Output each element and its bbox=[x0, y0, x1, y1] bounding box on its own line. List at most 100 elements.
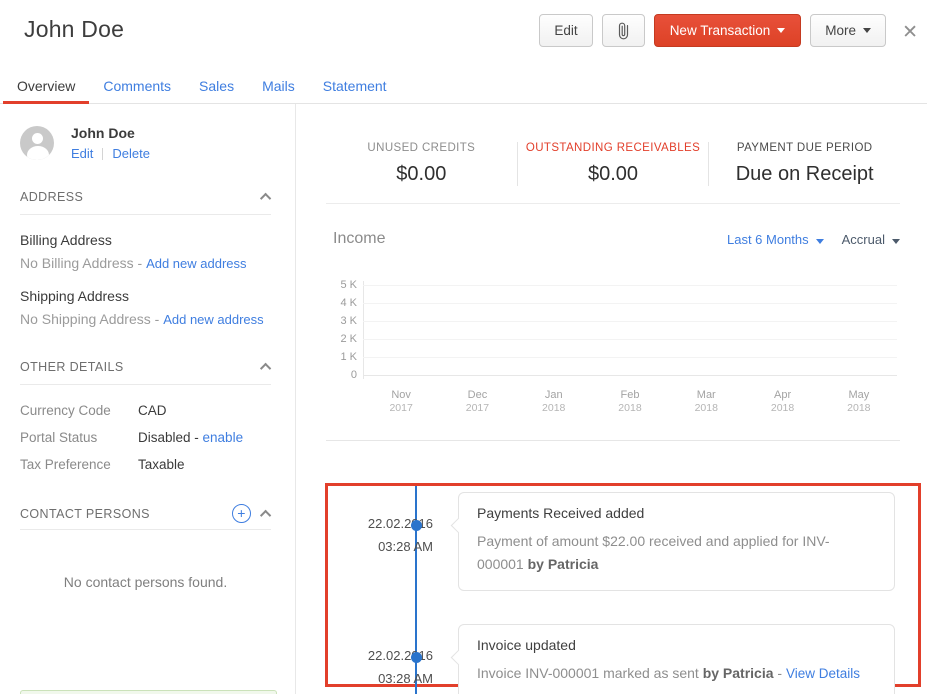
timeline-card: Payments Received added Payment of amoun… bbox=[458, 492, 895, 591]
x-month: May bbox=[821, 389, 897, 402]
page-title: John Doe bbox=[24, 16, 124, 43]
stat-payment-due-period: PAYMENT DUE PERIOD Due on Receipt bbox=[708, 142, 900, 186]
attachments-button[interactable] bbox=[602, 14, 645, 47]
unused-credits-value: $0.00 bbox=[326, 163, 517, 186]
link-separator bbox=[102, 148, 103, 160]
tab-comments[interactable]: Comments bbox=[89, 75, 185, 104]
timeline-entry: 22.02.2016 03:28 AM Payments Received ad… bbox=[458, 492, 895, 591]
add-billing-address-link[interactable]: Add new address bbox=[146, 256, 246, 271]
date-range-label: Last 6 Months bbox=[727, 232, 809, 247]
other-details-title: OTHER DETAILS bbox=[20, 360, 263, 374]
enable-portal-link[interactable]: enable bbox=[203, 430, 244, 445]
new-transaction-label: New Transaction bbox=[670, 23, 771, 38]
tab-bar: Overview Comments Sales Mails Statement bbox=[0, 75, 927, 104]
summary-stats: UNUSED CREDITS $0.00 OUTSTANDING RECEIVA… bbox=[326, 130, 900, 204]
add-shipping-address-link[interactable]: Add new address bbox=[163, 312, 263, 327]
x-month: Mar bbox=[668, 389, 744, 402]
address-section-title: ADDRESS bbox=[20, 190, 263, 204]
timeline-time: 03:28 AM bbox=[343, 667, 433, 690]
x-month: Feb bbox=[592, 389, 668, 402]
income-section-header: Income Last 6 Months Accrual bbox=[333, 230, 900, 248]
accounting-basis-label: Accrual bbox=[842, 232, 885, 247]
x-year: 2018 bbox=[516, 402, 592, 414]
tax-preference-label: Tax Preference bbox=[20, 457, 138, 472]
caret-down-icon bbox=[863, 28, 871, 33]
chart-gridline bbox=[363, 321, 897, 322]
contact-persons-section-header: CONTACT PERSONS + bbox=[20, 504, 271, 530]
chart-gridline bbox=[363, 357, 897, 358]
timeline-entry-title: Payments Received added bbox=[477, 505, 876, 521]
income-title: Income bbox=[333, 230, 727, 248]
timeline-entry-body: Invoice INV-000001 marked as sent by Pat… bbox=[477, 662, 876, 685]
view-details-link[interactable]: View Details bbox=[786, 666, 860, 681]
x-month: Jan bbox=[516, 389, 592, 402]
x-year: 2018 bbox=[592, 402, 668, 414]
profile-info: John Doe EditDelete bbox=[71, 125, 150, 161]
timeline-actor: by Patricia bbox=[703, 665, 774, 681]
y-tick-label: 5 K bbox=[330, 279, 357, 291]
y-tick-label: 3 K bbox=[330, 315, 357, 327]
other-details-rows: Currency Code CAD Portal Status Disabled… bbox=[20, 403, 271, 472]
shipping-address-label: Shipping Address bbox=[20, 288, 271, 304]
payment-due-period-label: PAYMENT DUE PERIOD bbox=[709, 142, 900, 154]
billing-address-empty-text: No Billing Address - bbox=[20, 255, 146, 271]
tab-overview[interactable]: Overview bbox=[3, 75, 89, 104]
tab-mails[interactable]: Mails bbox=[248, 75, 309, 104]
timeline-entry-title: Invoice updated bbox=[477, 637, 876, 653]
x-year: 2018 bbox=[821, 402, 897, 414]
chart-gridline bbox=[363, 303, 897, 304]
timeline-card: Invoice updated Invoice INV-000001 marke… bbox=[458, 624, 895, 694]
y-tick-label: 4 K bbox=[330, 297, 357, 309]
contact-edit-link[interactable]: Edit bbox=[71, 146, 93, 161]
billing-address-empty: No Billing Address - Add new address bbox=[20, 255, 271, 271]
x-tick-label: Dec2017 bbox=[439, 389, 515, 414]
profile-links: Edit Delete bbox=[71, 146, 150, 161]
chart-baseline bbox=[363, 375, 897, 376]
more-label: More bbox=[825, 23, 856, 38]
tab-sales[interactable]: Sales bbox=[185, 75, 248, 104]
x-tick-label: Mar2018 bbox=[668, 389, 744, 414]
chevron-up-icon[interactable] bbox=[260, 509, 271, 520]
sidebar: John Doe EditDelete ADDRESS Billing Addr… bbox=[0, 104, 296, 694]
stat-unused-credits: UNUSED CREDITS $0.00 bbox=[326, 142, 517, 186]
avatar bbox=[20, 126, 54, 160]
chart-x-labels: Nov2017 Dec2017 Jan2018 Feb2018 Mar2018 … bbox=[363, 389, 897, 414]
tab-statement[interactable]: Statement bbox=[309, 75, 401, 104]
contact-persons-title: CONTACT PERSONS bbox=[20, 507, 232, 521]
detail-row-tax-preference: Tax Preference Taxable bbox=[20, 457, 271, 472]
date-range-dropdown[interactable]: Last 6 Months bbox=[727, 232, 824, 247]
timeline-timestamp: 22.02.2016 03:28 AM bbox=[343, 512, 433, 558]
add-contact-person-icon[interactable]: + bbox=[232, 504, 251, 523]
contact-delete-link[interactable]: Delete bbox=[112, 146, 150, 161]
detail-row-portal-status: Portal Status Disabled - enable bbox=[20, 430, 271, 445]
main-content: UNUSED CREDITS $0.00 OUTSTANDING RECEIVA… bbox=[297, 104, 927, 694]
detail-row-currency: Currency Code CAD bbox=[20, 403, 271, 418]
y-tick-label: 2 K bbox=[330, 333, 357, 345]
timeline-dot-icon bbox=[411, 520, 422, 531]
close-icon[interactable]: ✕ bbox=[896, 19, 924, 46]
x-month: Dec bbox=[439, 389, 515, 402]
outstanding-receivables-value: $0.00 bbox=[518, 163, 709, 186]
timeline-timestamp: 22.02.2016 03:28 AM bbox=[343, 644, 433, 690]
shipping-address-empty-text: No Shipping Address - bbox=[20, 311, 163, 327]
edit-button[interactable]: Edit bbox=[539, 14, 592, 47]
x-month: Nov bbox=[363, 389, 439, 402]
caret-down-icon bbox=[816, 239, 824, 244]
outstanding-receivables-label: OUTSTANDING RECEIVABLES bbox=[518, 142, 709, 154]
income-chart: 5 K 4 K 3 K 2 K 1 K 0 Nov2017 Dec2017 Ja… bbox=[330, 285, 897, 415]
x-tick-label: May2018 bbox=[821, 389, 897, 414]
stat-outstanding-receivables: OUTSTANDING RECEIVABLES $0.00 bbox=[517, 142, 709, 186]
notification-panel-edge bbox=[20, 690, 277, 694]
new-transaction-button[interactable]: New Transaction bbox=[654, 14, 802, 47]
billing-address-label: Billing Address bbox=[20, 232, 271, 248]
timeline-time: 03:28 AM bbox=[343, 535, 433, 558]
portal-status-value: Disabled - enable bbox=[138, 430, 243, 445]
accounting-basis-dropdown[interactable]: Accrual bbox=[842, 232, 900, 247]
x-tick-label: Jan2018 bbox=[516, 389, 592, 414]
header-actions: Edit New Transaction More bbox=[539, 14, 886, 47]
unused-credits-label: UNUSED CREDITS bbox=[326, 142, 517, 154]
section-divider bbox=[326, 440, 900, 441]
shipping-address-empty: No Shipping Address - Add new address bbox=[20, 311, 271, 327]
chart-gridline bbox=[363, 285, 897, 286]
more-button[interactable]: More bbox=[810, 14, 886, 47]
